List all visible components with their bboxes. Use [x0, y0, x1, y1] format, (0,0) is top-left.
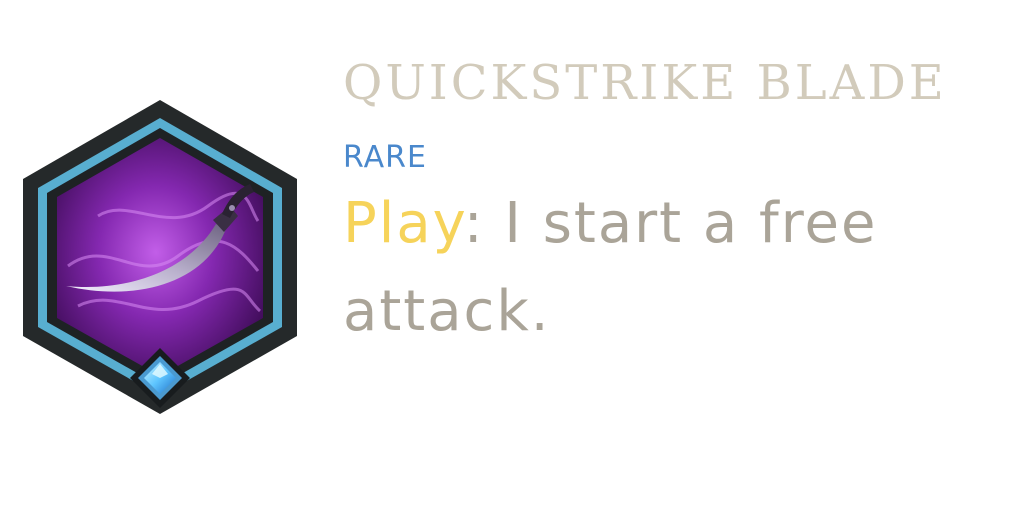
item-tooltip: QUICKSTRIKE BLADE RARE Play: I start a f…: [0, 0, 1024, 512]
item-rarity: RARE: [343, 140, 427, 175]
item-badge-frame: [23, 100, 297, 414]
item-info: QUICKSTRIKE BLADE RARE Play: I start a f…: [343, 50, 1013, 356]
item-badge[interactable]: [18, 96, 302, 418]
item-name: QUICKSTRIKE BLADE: [343, 55, 947, 111]
item-description: Play: I start a free attack.: [343, 180, 1013, 356]
item-keyword: Play: [343, 191, 464, 256]
